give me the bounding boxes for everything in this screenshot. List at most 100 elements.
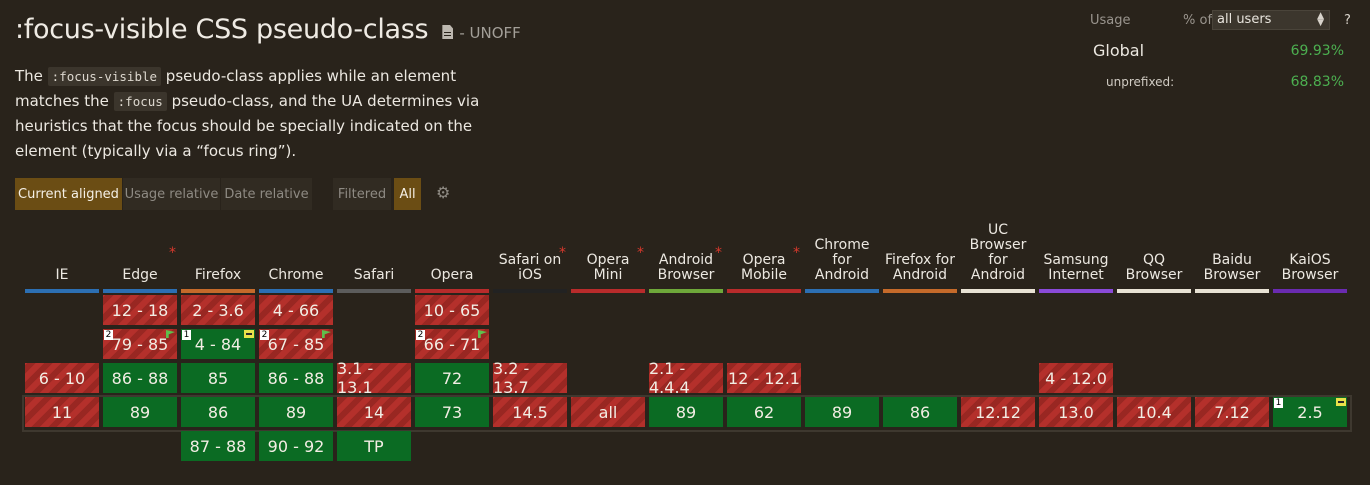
version-range: 6 - 10 <box>38 368 86 388</box>
browser-name: IE <box>55 267 69 283</box>
browser-color-bar <box>1117 289 1191 293</box>
all-button[interactable]: All <box>394 178 421 210</box>
support-cell[interactable]: 73 <box>415 397 489 427</box>
global-value: 69.93% <box>1290 43 1344 59</box>
browser-color-bar <box>103 289 177 293</box>
version-range: 66 - 71 <box>423 334 481 354</box>
support-cell[interactable]: 89 <box>805 397 879 427</box>
document-icon[interactable] <box>442 25 454 39</box>
support-cell[interactable]: 7.12 <box>1195 397 1269 427</box>
support-cell[interactable]: 79 - 85 2 <box>103 329 177 359</box>
flag-icon <box>166 330 175 338</box>
users-select[interactable]: all users ▲ ▼ <box>1212 10 1330 30</box>
browser-name: Safari on iOS <box>498 252 562 283</box>
browser-color-bar <box>1039 289 1113 293</box>
version-range: 3.1 - 13.1 <box>337 359 374 397</box>
support-cell[interactable]: 86 <box>181 397 255 427</box>
support-cell[interactable]: 2 - 3.6 <box>181 295 255 325</box>
browser-header: KaiOS Browser <box>1272 222 1348 288</box>
support-cell[interactable]: 13.0 <box>1039 397 1113 427</box>
support-cell[interactable]: 90 - 92 <box>259 431 333 461</box>
support-cell[interactable]: TP <box>337 431 411 461</box>
support-cell[interactable]: 66 - 71 2 <box>415 329 489 359</box>
desc-code-1: :focus-visible <box>47 67 162 86</box>
version-range: 3.2 - 13.7 <box>493 359 530 397</box>
version-range: 10.4 <box>1136 402 1172 422</box>
gear-icon[interactable]: ⚙ <box>436 185 452 201</box>
browser-header: Safari <box>336 222 412 288</box>
support-cell[interactable]: 14 <box>337 397 411 427</box>
support-cell[interactable]: 11 <box>25 397 99 427</box>
version-range: 86 - 88 <box>267 368 325 388</box>
version-range: 12 - 12.1 <box>728 368 800 388</box>
usage-label: Usage <box>1090 13 1131 28</box>
support-cell[interactable]: all <box>571 397 645 427</box>
version-range: 86 <box>207 402 229 422</box>
note-badge: 2 <box>260 330 269 340</box>
support-cell[interactable]: 85 <box>181 363 255 393</box>
support-cell[interactable]: 3.1 - 13.1 <box>337 359 411 397</box>
chevron-updown-icon: ▲ ▼ <box>1317 11 1324 28</box>
browser-name: Chrome for Android <box>814 237 870 283</box>
browser-name: Baidu Browser <box>1203 252 1261 283</box>
partial-icon <box>1336 398 1346 406</box>
support-cell[interactable]: 86 - 88 <box>259 363 333 393</box>
support-cell[interactable]: 12.12 <box>961 397 1035 427</box>
usage-relative-button[interactable]: Usage relative <box>123 178 220 210</box>
date-relative-button[interactable]: Date relative <box>221 178 312 210</box>
browser-header: Chrome for Android <box>804 222 880 288</box>
support-cell[interactable]: 4 - 66 <box>259 295 333 325</box>
support-cell[interactable]: 10.4 <box>1117 397 1191 427</box>
browser-name: Opera <box>430 267 474 283</box>
support-cell[interactable]: 89 <box>259 397 333 427</box>
support-cell[interactable]: 12 - 18 <box>103 295 177 325</box>
browser-name: Safari <box>353 267 395 283</box>
browser-header: IE <box>24 222 100 288</box>
browser-color-bar <box>1273 289 1347 293</box>
unprefixed-label: unprefixed: <box>1106 75 1175 89</box>
status-label: - UNOFF <box>459 24 521 42</box>
version-range: 2.5 <box>1297 402 1323 422</box>
support-cell[interactable]: 4 - 84 1 <box>181 329 255 359</box>
support-cell[interactable]: 6 - 10 <box>25 363 99 393</box>
support-cell[interactable]: 72 <box>415 363 489 393</box>
percent-of-label: % of <box>1183 13 1213 28</box>
users-select-value: all users <box>1217 12 1272 27</box>
version-range: 89 <box>129 402 151 422</box>
asterisk-icon: * <box>637 245 644 261</box>
browser-name: Chrome <box>268 267 324 283</box>
filtered-button[interactable]: Filtered <box>333 178 391 210</box>
browser-name: Opera Mini <box>586 252 630 283</box>
support-cell[interactable]: 62 <box>727 397 801 427</box>
support-cell[interactable]: 2.1 - 4.4.4 <box>649 359 723 397</box>
browser-name: QQ Browser <box>1125 252 1183 283</box>
support-cell[interactable]: 87 - 88 <box>181 431 255 461</box>
browser-header: Baidu Browser <box>1194 222 1270 288</box>
support-cell[interactable]: 86 - 88 <box>103 363 177 393</box>
support-cell[interactable]: 86 <box>883 397 957 427</box>
browser-color-bar <box>181 289 255 293</box>
browser-header: Opera Mobile * <box>726 222 802 288</box>
support-cell[interactable]: 10 - 65 <box>415 295 489 325</box>
support-cell[interactable]: 89 <box>103 397 177 427</box>
version-range: 73 <box>441 402 463 422</box>
support-cell[interactable]: 2.5 1 <box>1273 397 1347 427</box>
support-cell[interactable]: 3.2 - 13.7 <box>493 359 567 397</box>
version-range: 4 - 12.0 <box>1045 368 1107 388</box>
help-icon[interactable]: ? <box>1344 13 1351 28</box>
version-range: 13.0 <box>1058 402 1094 422</box>
browser-name: KaiOS Browser <box>1281 252 1339 283</box>
support-cell[interactable]: 14.5 <box>493 397 567 427</box>
version-range: 4 - 66 <box>272 300 320 320</box>
version-range: 89 <box>675 402 697 422</box>
browser-color-bar <box>571 289 645 293</box>
partial-icon <box>244 330 254 338</box>
version-range: 86 - 88 <box>111 368 169 388</box>
version-range: 85 <box>207 368 229 388</box>
browser-name: UC Browser for Android <box>969 222 1027 283</box>
support-cell[interactable]: 89 <box>649 397 723 427</box>
current-aligned-button[interactable]: Current aligned <box>15 178 122 210</box>
support-cell[interactable]: 12 - 12.1 <box>727 363 801 393</box>
support-cell[interactable]: 67 - 85 2 <box>259 329 333 359</box>
support-cell[interactable]: 4 - 12.0 <box>1039 363 1113 393</box>
